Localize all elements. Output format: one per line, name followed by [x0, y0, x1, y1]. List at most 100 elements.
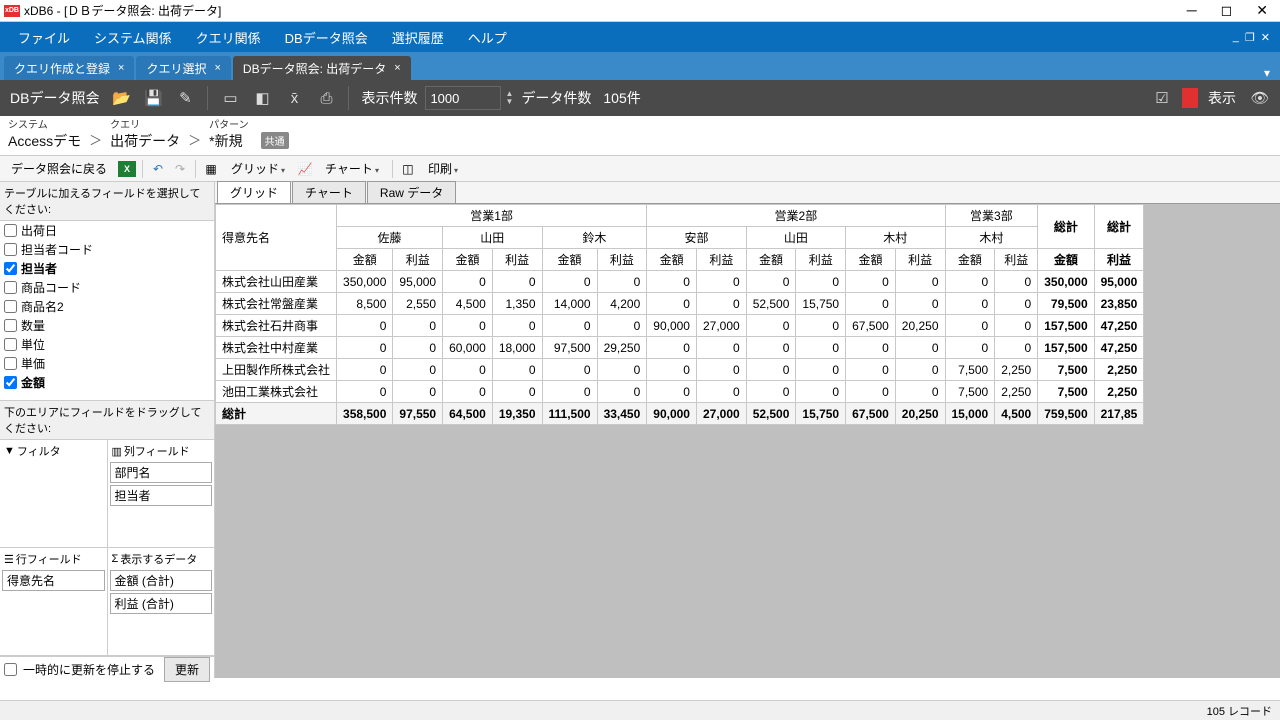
- field-row[interactable]: 数量: [0, 316, 214, 335]
- toolbar-title: DBデータ照会: [6, 88, 103, 108]
- row-field-item[interactable]: 得意先名: [2, 570, 105, 591]
- field-row[interactable]: 単位: [0, 335, 214, 354]
- menu-bar: ファイル システム関係 クエリ関係 DBデータ照会 選択履歴 ヘルプ _ ❐ ✕: [0, 22, 1280, 52]
- filter-zone[interactable]: ▼フィルタ: [0, 440, 108, 547]
- main-toolbar: DBデータ照会 📂 💾 ✎ ▭ ◧ x̄ ⎙ 表示件数 ▲▼ データ件数 105…: [0, 80, 1280, 116]
- undo-icon[interactable]: ↶: [149, 160, 167, 178]
- menu-query[interactable]: クエリ関係: [184, 28, 273, 47]
- view-tab-chart[interactable]: チャート: [292, 181, 366, 203]
- view-icon[interactable]: ▭: [216, 84, 244, 112]
- grid-panel: グリッド チャート Raw データ 得意先名営業1部営業2部営業3部総計総計佐藤…: [215, 182, 1280, 678]
- close-icon[interactable]: ×: [394, 62, 400, 74]
- check-icon[interactable]: ☑: [1148, 84, 1176, 112]
- field-list-header: テーブルに加えるフィールドを選択してください:: [0, 182, 214, 221]
- breadcrumb-system[interactable]: Accessデモ: [8, 131, 81, 151]
- field-label: 担当者コード: [21, 241, 93, 258]
- data-field-zone[interactable]: Σ表示するデータ 金額 (合計) 利益 (合計): [108, 548, 215, 655]
- minimize-button[interactable]: ─: [1187, 2, 1197, 19]
- close-icon[interactable]: ×: [214, 62, 220, 74]
- field-checkbox[interactable]: [4, 338, 17, 351]
- field-checkbox[interactable]: [4, 262, 17, 275]
- panel-icon[interactable]: ◧: [248, 84, 276, 112]
- field-row[interactable]: 担当者: [0, 259, 214, 278]
- field-label: 数量: [21, 317, 45, 334]
- breadcrumb: システムAccessデモ ＞ クエリ出荷データ ＞ パターン*新規 共通: [0, 116, 1280, 156]
- rows-icon: ☰: [4, 553, 14, 566]
- back-button[interactable]: データ照会に戻る: [4, 157, 114, 180]
- print-icon[interactable]: ⎙: [312, 84, 340, 112]
- excel-export-icon[interactable]: x̄: [280, 84, 308, 112]
- close-button[interactable]: ✕: [1256, 2, 1268, 19]
- field-row[interactable]: 金額: [0, 373, 214, 392]
- tab-overflow-icon[interactable]: ▾: [1258, 66, 1276, 80]
- row-field-zone[interactable]: ☰行フィールド 得意先名: [0, 548, 108, 655]
- tab-query-select[interactable]: クエリ選択×: [136, 56, 230, 80]
- field-checkbox[interactable]: [4, 224, 17, 237]
- redo-icon[interactable]: ↷: [171, 160, 189, 178]
- title-bar: xDB xDB6 - [ＤＢデータ照会: 出荷データ] ─ ◻ ✕: [0, 0, 1280, 22]
- field-label: 担当者: [21, 260, 57, 277]
- view-tab-grid[interactable]: グリッド: [217, 181, 291, 203]
- field-checkbox[interactable]: [4, 319, 17, 332]
- save-icon[interactable]: 💾: [139, 84, 167, 112]
- field-checkbox[interactable]: [4, 357, 17, 370]
- menu-system[interactable]: システム関係: [82, 28, 184, 47]
- refresh-view-icon[interactable]: 👁: [1246, 84, 1274, 112]
- menu-help[interactable]: ヘルプ: [456, 28, 519, 47]
- show-button[interactable]: 表示: [1204, 88, 1240, 108]
- update-button[interactable]: 更新: [164, 657, 210, 682]
- grid-dropdown[interactable]: グリッド: [224, 157, 292, 180]
- chart-icon[interactable]: 📈: [296, 160, 314, 178]
- edit-icon[interactable]: ✎: [171, 84, 199, 112]
- field-checkbox[interactable]: [4, 281, 17, 294]
- field-label: 商品名2: [21, 298, 64, 315]
- spin-down-icon[interactable]: ▼: [505, 98, 513, 106]
- pivot-table[interactable]: 得意先名営業1部営業2部営業3部総計総計佐藤山田鈴木安部山田木村木村金額利益金額…: [215, 204, 1144, 425]
- column-field-item[interactable]: 部門名: [110, 462, 213, 483]
- chart-dropdown[interactable]: チャート: [318, 157, 386, 180]
- field-label: 商品コード: [21, 279, 81, 296]
- drag-hint: 下のエリアにフィールドをドラッグしてください:: [0, 401, 214, 440]
- close-icon[interactable]: ×: [118, 62, 124, 74]
- view-tab-raw[interactable]: Raw データ: [367, 181, 456, 203]
- field-row[interactable]: 担当者コード: [0, 240, 214, 259]
- mdi-minimize-icon[interactable]: _: [1233, 31, 1239, 44]
- menu-dbdata[interactable]: DBデータ照会: [273, 28, 380, 47]
- breadcrumb-pattern[interactable]: *新規: [209, 131, 249, 151]
- field-panel: テーブルに加えるフィールドを選択してください: 出荷日担当者コード担当者商品コー…: [0, 182, 215, 678]
- breadcrumb-query[interactable]: 出荷データ: [110, 131, 180, 151]
- menu-history[interactable]: 選択履歴: [380, 28, 456, 47]
- field-label: 金額: [21, 374, 45, 391]
- field-checkbox[interactable]: [4, 243, 17, 256]
- window-title: xDB6 - [ＤＢデータ照会: 出荷データ]: [24, 2, 221, 19]
- field-label: 単位: [21, 336, 45, 353]
- record-count: 105 レコード: [1207, 703, 1272, 719]
- document-tab-bar: クエリ作成と登録× クエリ選択× DBデータ照会: 出荷データ× ▾: [0, 52, 1280, 80]
- field-label: 単価: [21, 355, 45, 372]
- data-field-item[interactable]: 利益 (合計): [110, 593, 213, 614]
- field-row[interactable]: 商品コード: [0, 278, 214, 297]
- field-list[interactable]: 出荷日担当者コード担当者商品コード商品名2 数量単位単価金額: [0, 221, 214, 401]
- mdi-close-icon[interactable]: ✕: [1261, 31, 1270, 44]
- menu-file[interactable]: ファイル: [6, 28, 82, 47]
- field-row[interactable]: 出荷日: [0, 221, 214, 240]
- data-field-item[interactable]: 金額 (合計): [110, 570, 213, 591]
- column-field-zone[interactable]: ▥列フィールド 部門名 担当者: [108, 440, 215, 547]
- mdi-restore-icon[interactable]: ❐: [1245, 31, 1255, 44]
- tab-db-data[interactable]: DBデータ照会: 出荷データ×: [233, 56, 411, 80]
- scope-badge: 共通: [261, 132, 289, 149]
- field-row[interactable]: 商品名2: [0, 297, 214, 316]
- open-icon[interactable]: 📂: [107, 84, 135, 112]
- grid-icon[interactable]: ▦: [202, 160, 220, 178]
- field-row[interactable]: 単価: [0, 354, 214, 373]
- excel-icon[interactable]: X: [118, 161, 136, 177]
- pause-update-checkbox[interactable]: [4, 663, 17, 676]
- tab-query-create[interactable]: クエリ作成と登録×: [4, 56, 134, 80]
- column-field-item[interactable]: 担当者: [110, 485, 213, 506]
- layout-icon[interactable]: ◫: [399, 160, 417, 178]
- display-count-input[interactable]: [425, 86, 501, 110]
- field-checkbox[interactable]: [4, 300, 17, 313]
- print-dropdown[interactable]: 印刷: [421, 157, 465, 180]
- field-checkbox[interactable]: [4, 376, 17, 389]
- maximize-button[interactable]: ◻: [1221, 2, 1233, 19]
